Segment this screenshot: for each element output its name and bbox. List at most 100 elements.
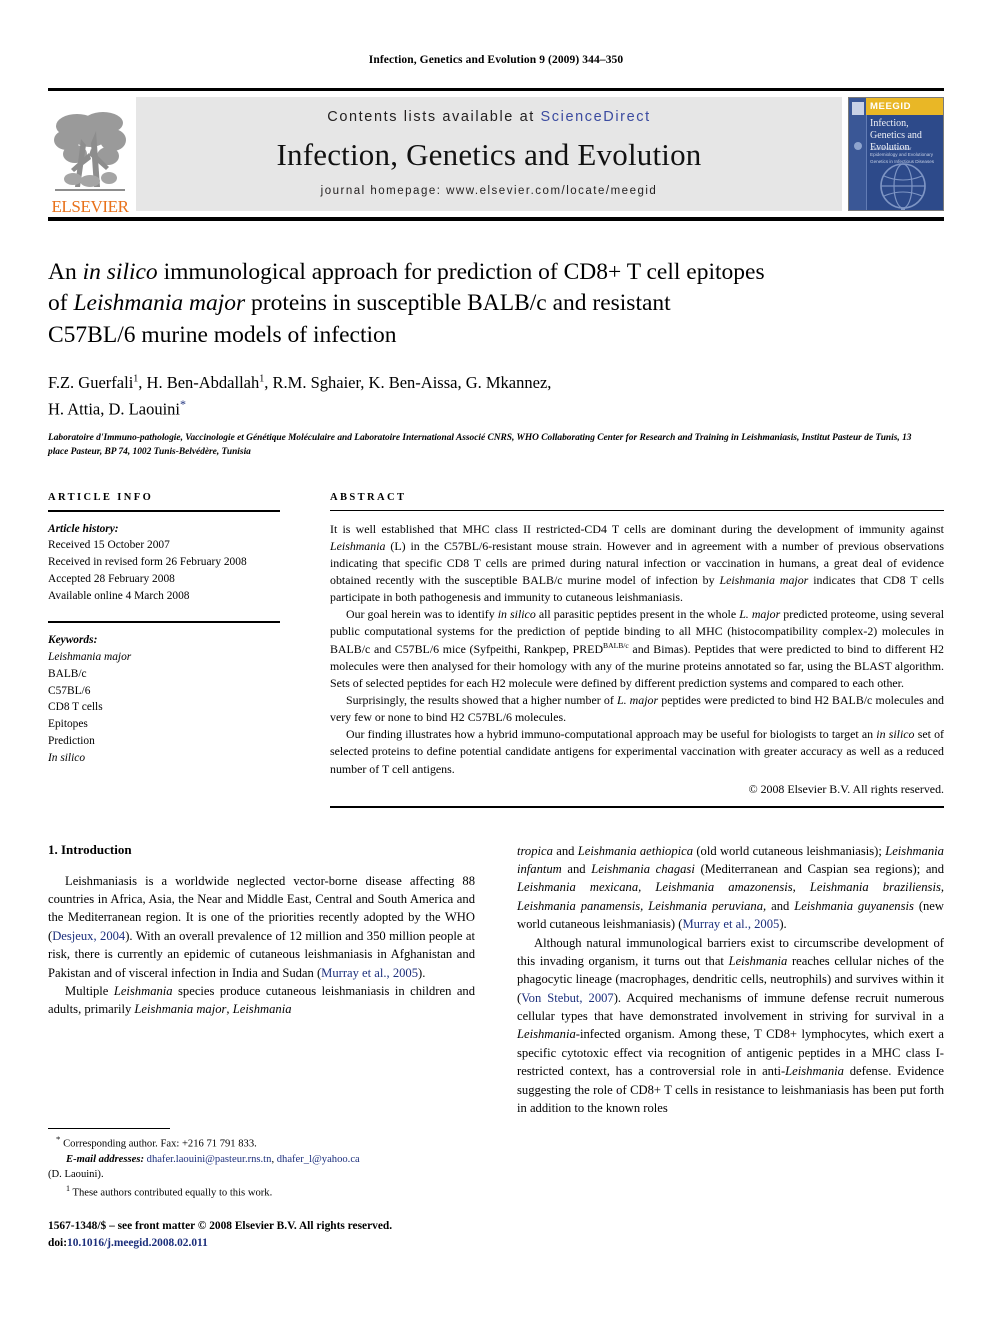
keyword-item: Epitopes (48, 718, 88, 731)
abstract-italic: in silico (497, 607, 536, 622)
doi-link[interactable]: 10.1016/j.meegid.2008.02.011 (67, 1237, 208, 1249)
abstract-label: ABSTRACT (330, 491, 407, 503)
paragraph-italic: Leishmania (113, 983, 173, 998)
article-history: Article history: Received 15 October 200… (48, 521, 280, 605)
title-part: proteins in susceptible BALB/c and resis… (245, 290, 671, 317)
cover-banner: MEEGID (866, 98, 943, 115)
abstract-italic: Leishmania major (719, 573, 809, 587)
title-part: of (48, 290, 74, 317)
email-link[interactable]: dhafer.laouini@pasteur.rns.tn (147, 1154, 272, 1165)
history-item: Received 15 October 2007 (48, 539, 170, 552)
abstract-paragraph: Our finding illustrates how a hybrid imm… (330, 726, 944, 777)
paragraph: tropica and Leishmania aethiopica (old w… (517, 842, 944, 934)
introduction-left-text: Leishmaniasis is a worldwide neglected v… (48, 872, 475, 1019)
article-info-rule (48, 509, 280, 512)
abstract-text: Surprisingly, the results showed that a … (346, 692, 617, 707)
author-name: , R.M. Sghaier, K. Ben-Aissa, G. Mkannez… (264, 373, 552, 393)
paragraph-text: ). (418, 965, 426, 980)
masthead-center-band: Contents lists available at ScienceDirec… (136, 97, 842, 211)
keyword-item: CD8 T cells (48, 701, 103, 714)
keyword-item: BALB/c (48, 667, 87, 680)
keyword-item: In silico (48, 752, 86, 765)
abstract-italic: in silico (876, 727, 915, 742)
info-abstract-block: ARTICLE INFO Article history: Received 1… (48, 492, 944, 808)
paragraph-italic: Leishmania (728, 953, 788, 968)
abstract-column: ABSTRACT It is well established that MHC… (330, 492, 944, 808)
paragraph-text: and (552, 843, 578, 858)
section-heading-introduction: 1. Introduction (48, 841, 132, 857)
history-item: Available online 4 March 2008 (48, 590, 190, 603)
paragraph-text: (old world cutaneous leishmaniasis); (693, 843, 886, 858)
title-part-italic: in silico (82, 259, 158, 285)
citation-link[interactable]: Von Stebut, 2007 (521, 991, 614, 1005)
paragraph-italic: tropica (517, 843, 553, 858)
keywords-block: Keywords: Leishmania major BALB/c C57BL/… (48, 632, 280, 767)
article-title: An in silico immunological approach for … (48, 257, 944, 351)
abstract-italic: L. major (616, 692, 659, 707)
keyword-item: C57BL/6 (48, 684, 91, 697)
abstract-bottom-rule (330, 805, 944, 808)
email-link[interactable]: dhafer_l@yahoo.ca (277, 1154, 360, 1165)
corresponding-text: Corresponding author. Fax: +216 71 791 8… (63, 1138, 257, 1150)
citation-link[interactable]: Murray et al., 2005 (321, 966, 418, 980)
abstract-rule (330, 509, 944, 511)
author-name: F.Z. Guerfali (48, 373, 134, 393)
citation-link[interactable]: Desjeux, 2004 (52, 929, 125, 943)
abstract-paragraph: It is well established that MHC class II… (330, 521, 944, 607)
abstract-body: It is well established that MHC class II… (330, 521, 944, 778)
abstract-italic: Leishmania (330, 538, 386, 553)
email-label: E-mail addresses: (66, 1153, 144, 1165)
abstract-text: all parasitic peptides present in the wh… (535, 607, 740, 622)
introduction-right-text: tropica and Leishmania aethiopica (old w… (517, 842, 944, 1118)
article-info-label: ARTICLE INFO (48, 491, 154, 503)
paragraph-text: and (766, 898, 795, 913)
citation-link[interactable]: Murray et al., 2005 (682, 917, 779, 931)
history-item: Received in revised form 26 February 200… (48, 556, 247, 569)
paragraph: Although natural immunological barriers … (517, 934, 944, 1118)
title-part-italic: Leishmania major (73, 290, 246, 317)
abstract-text: It is well established that MHC class II… (330, 521, 944, 536)
elsevier-logo: ELSEVIER (48, 91, 132, 217)
author-list: F.Z. Guerfali1, H. Ben-Abdallah1, R.M. S… (48, 371, 944, 421)
paragraph-italic: Leishmania (785, 1064, 844, 1079)
body-column-right: tropica and Leishmania aethiopica (old w… (517, 842, 944, 1118)
affiliation: Laboratoire d'Immuno-pathologie, Vaccino… (48, 432, 912, 457)
keywords-heading: Keywords: (48, 633, 98, 646)
author-name: , H. Ben-Abdallah (138, 373, 260, 393)
paragraph-italic: Leishmania (517, 1027, 576, 1042)
paragraph-italic: Leishmania (232, 1002, 292, 1017)
title-part: immunological approach for prediction of… (157, 259, 765, 285)
footnote-block: * Corresponding author. Fax: +216 71 791… (48, 1128, 478, 1201)
abstract-italic: L. major (739, 607, 781, 622)
cover-circle-icon (854, 142, 862, 150)
email-note: E-mail addresses: dhafer.laouini@pasteur… (48, 1152, 478, 1167)
journal-masthead: ELSEVIER Contents lists available at Sci… (48, 88, 944, 221)
paragraph-italic: Leishmania major (134, 1002, 227, 1017)
body-column-left: 1. Introduction Leishmaniasis is a world… (48, 842, 475, 1118)
journal-homepage-line[interactable]: journal homepage: www.elsevier.com/locat… (321, 185, 658, 197)
paragraph: Multiple Leishmania species produce cuta… (48, 982, 475, 1019)
front-matter-block: 1567-1348/$ – see front matter © 2008 El… (48, 1218, 508, 1252)
paragraph-italic: Leishmania chagasi (591, 862, 695, 877)
equal-contribution-note: 1 These authors contributed equally to t… (48, 1183, 478, 1201)
abstract-superscript: BALB/c (603, 640, 629, 650)
copyright-line: © 2008 Elsevier B.V. All rights reserved… (748, 781, 944, 796)
contents-lists-line: Contents lists available at ScienceDirec… (327, 109, 651, 125)
email-owner: (D. Laouini). (48, 1169, 104, 1181)
doi-label: doi: (48, 1237, 67, 1250)
footnote-rule (48, 1128, 170, 1129)
journal-article-page: Infection, Genetics and Evolution 9 (200… (0, 0, 992, 1323)
corresponding-author-note: * Corresponding author. Fax: +216 71 791… (48, 1133, 478, 1152)
cover-elsevier-mark-icon (852, 102, 864, 115)
running-head: Infection, Genetics and Evolution 9 (200… (368, 54, 624, 66)
elsevier-wordmark: ELSEVIER (51, 197, 129, 216)
history-item: Accepted 28 February 2008 (48, 573, 175, 586)
sciencedirect-link[interactable]: ScienceDirect (541, 109, 651, 125)
cover-banner-text: MEEGID (870, 101, 912, 112)
corresponding-mark: * (56, 1134, 61, 1144)
journal-cover-thumbnail: MEEGID Infection, Genetics and Evolution… (848, 97, 944, 211)
paragraph-italic: Leishmania guyanensis (794, 898, 914, 913)
paragraph-text: (Mediterranean and Caspian sea regions);… (694, 862, 945, 877)
abstract-paragraph: Our goal herein was to identify in silic… (330, 606, 944, 692)
corresponding-author-mark[interactable]: * (180, 397, 186, 411)
